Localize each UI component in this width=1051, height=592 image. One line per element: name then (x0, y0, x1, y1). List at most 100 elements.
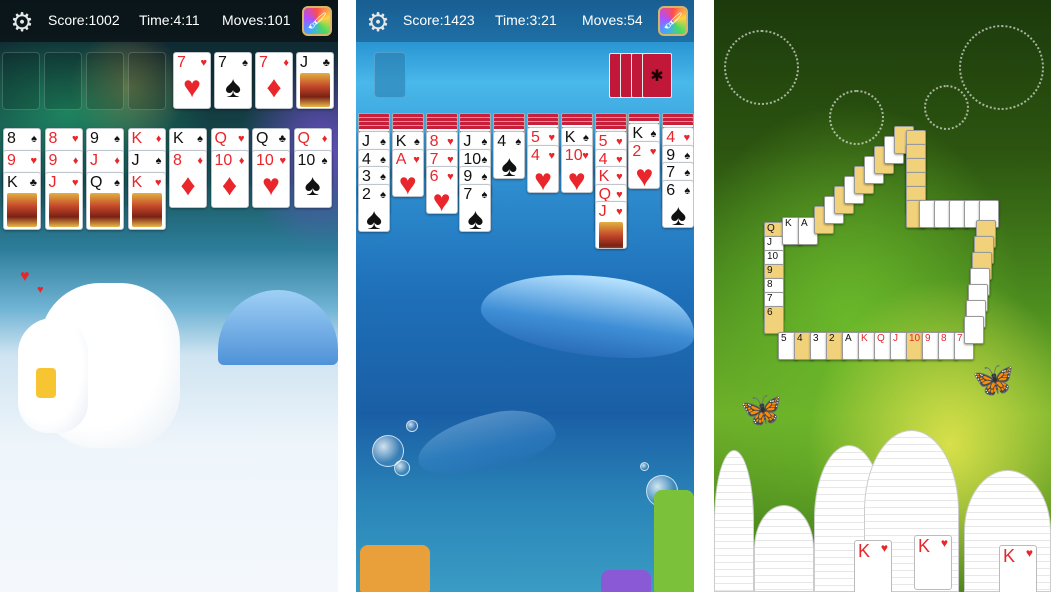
playing-card[interactable]: K ♣ (3, 172, 41, 230)
card-center-suit-icon: ♠ (304, 169, 321, 202)
playing-card[interactable]: 10 ♥ ♥ (560, 144, 593, 193)
card-arch (714, 450, 754, 592)
card-suit-icon: ♠ (481, 136, 488, 148)
card-suit-icon: ♥ (447, 153, 454, 166)
playing-card[interactable]: K ♥ (127, 172, 166, 230)
card-suit-icon: ♣ (29, 177, 37, 189)
time-label: Time:4:11 (139, 12, 200, 28)
free-cell-slot[interactable] (86, 52, 124, 110)
igloo-illustration (218, 290, 338, 365)
card-rank: J (463, 133, 472, 150)
firework (924, 85, 969, 130)
card-rank: 4 (497, 133, 507, 150)
card-rank: 4 (531, 146, 540, 164)
card-suit-icon: ♠ (380, 136, 386, 148)
card-rank: 10 (214, 152, 233, 169)
playing-card[interactable]: J ♥ (594, 201, 627, 249)
card-center-suit-icon: ♥ (567, 163, 586, 193)
card-suit-icon: ♦ (283, 57, 289, 69)
butterfly-icon: 🦋 (740, 391, 783, 429)
card-suit-icon: ♠ (582, 132, 589, 144)
card-rank: Q (90, 174, 103, 191)
card-suit-icon: ♥ (548, 149, 555, 162)
playing-card[interactable]: 6 ♠ ♠ (662, 179, 694, 228)
card-rank: J (362, 133, 370, 150)
completed-pile-slot (374, 52, 406, 98)
playing-card[interactable]: 6 ♥ ♥ (425, 166, 458, 214)
coral-illustration (601, 570, 651, 592)
playing-card[interactable]: 7 ♠ ♠ (459, 183, 492, 232)
theme-brush-icon[interactable]: 🖌 (302, 6, 332, 36)
card-arch (754, 505, 814, 592)
playing-card[interactable]: 2 ♥ ♥ (628, 140, 661, 189)
playing-card[interactable]: 7 ♠ ♠ (214, 52, 252, 109)
card-rank: 5 (531, 129, 540, 146)
card-suit-icon: ♥ (154, 177, 162, 189)
card-rank: J (131, 152, 140, 169)
king-card: K ♥ (914, 535, 952, 590)
free-cell-slot[interactable] (2, 52, 40, 110)
playing-card[interactable]: Q ♠ (86, 172, 124, 230)
card-suit-icon: ♥ (616, 153, 623, 166)
card-suit-icon: ♠ (380, 171, 386, 183)
card-suit-icon: ♠ (155, 155, 162, 167)
playing-card[interactable]: J ♣ (296, 52, 334, 109)
card-suit-icon: ♥ (616, 206, 623, 218)
moves-label: Moves:101 (222, 12, 291, 28)
playing-card[interactable]: 7 ♥ ♥ (173, 52, 211, 109)
gear-icon[interactable]: ⚙ (364, 8, 392, 36)
card-suit-icon: ♠ (481, 188, 488, 201)
playing-card[interactable]: 2 ♠ ♠ (358, 183, 390, 232)
gear-icon[interactable]: ⚙ (8, 8, 36, 36)
card-rank: 6 (429, 168, 439, 185)
face-card-art (300, 73, 330, 107)
card-suit-icon: ♥ (30, 155, 37, 167)
score-label: Score:1002 (48, 12, 120, 28)
card-suit-icon: ♥ (279, 155, 286, 167)
theme-brush-icon[interactable]: 🖌 (658, 6, 688, 36)
card-rank: J (90, 152, 98, 169)
dolphin-illustration (411, 401, 561, 484)
card-rank: K (131, 174, 143, 191)
card-center-suit-icon: ♠ (670, 198, 687, 228)
spider-icon[interactable]: ✱ (642, 53, 672, 98)
playing-card[interactable]: A ♥ ♥ (391, 148, 424, 197)
card-rank: 3 (362, 168, 371, 185)
card-rank: 2 (362, 185, 371, 203)
playing-card[interactable]: 4 ♠ ♠ (493, 131, 526, 179)
card-suit-icon: ♠ (515, 136, 522, 148)
card-center-suit-icon: ♥ (635, 159, 654, 189)
card-rank: 8 (173, 152, 182, 169)
card-suit-icon: ♥ (616, 171, 623, 183)
card-center-suit-icon: ♠ (225, 71, 241, 104)
card-rank: K (173, 130, 184, 147)
card-suit-icon: ♠ (380, 188, 386, 201)
time-label: Time:3:21 (495, 12, 557, 28)
card-suit-icon: ♥ (548, 132, 555, 144)
card-suit-icon: ♦ (72, 155, 79, 167)
playing-card[interactable]: 10 ♠ ♠ (293, 150, 332, 208)
card-suit-icon: ♦ (197, 155, 203, 167)
bubble (406, 420, 418, 432)
playing-card[interactable]: J ♥ (44, 172, 83, 230)
playing-card[interactable]: 4 ♥ ♥ (527, 144, 559, 193)
free-cell-slot[interactable] (128, 52, 166, 110)
playing-card[interactable]: 8 ♦ ♦ (169, 150, 207, 208)
face-card-art (48, 193, 79, 227)
playing-card[interactable]: 10 ♥ ♥ (252, 150, 290, 208)
butterfly-icon: 🦋 (972, 361, 1015, 399)
card-suit-icon: ♣ (278, 133, 286, 145)
card-rank: Q (297, 130, 310, 147)
card-rank: K (131, 130, 143, 147)
dolphin-illustration (476, 260, 694, 370)
playing-card[interactable]: 7 ♦ ♦ (255, 52, 293, 109)
card-suit-icon: ♥ (413, 153, 420, 166)
free-cell-slot[interactable] (44, 52, 82, 110)
playing-card[interactable]: 10 ♦ ♦ (210, 150, 249, 208)
firework (959, 25, 1044, 110)
card-suit-icon: ♥ (237, 133, 245, 145)
card-rank: K (632, 125, 644, 142)
card-rank: 8 (7, 130, 16, 147)
card-rank: Q (214, 130, 227, 147)
card-suit-icon: ♠ (31, 133, 37, 145)
